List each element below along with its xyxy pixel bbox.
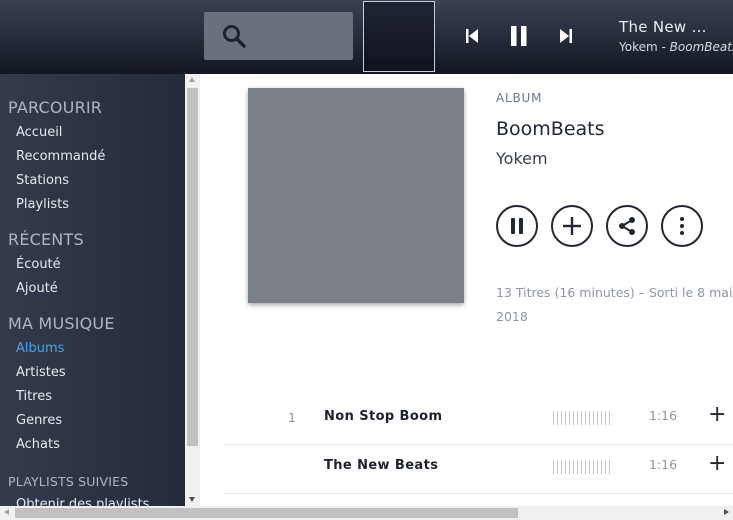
music-app-window: The New … Yokem - BoomBeats PARCOURIR Ac… (0, 0, 733, 520)
now-playing-title[interactable]: The New … (619, 18, 733, 36)
next-button[interactable] (552, 22, 580, 50)
pause-album-button[interactable] (496, 205, 538, 247)
album-title: BoomBeats (496, 118, 605, 140)
player-bar: The New … Yokem - BoomBeats (0, 0, 733, 74)
album-artwork[interactable] (248, 88, 464, 303)
album-metadata-line2: 2018 (496, 309, 528, 324)
album-metadata-line1: 13 Titres (16 minutes) – Sorti le 8 mai (496, 285, 733, 300)
track-duration: 1:16 (649, 457, 678, 472)
now-playing-album: BoomBeats (669, 40, 733, 54)
scroll-down-arrow-icon[interactable] (189, 497, 195, 502)
section-recents: RÉCENTS (8, 230, 84, 249)
now-playing-artist: Yokem - (619, 40, 666, 54)
scrollbar-thumb[interactable] (187, 88, 198, 446)
scroll-right-arrow-icon[interactable] (724, 509, 729, 515)
add-album-button[interactable] (551, 205, 593, 247)
album-type-label: ALBUM (496, 91, 543, 105)
album-detail-view: ALBUM BoomBeats Yokem 13 Titres (16 minu… (200, 74, 733, 506)
share-button[interactable] (606, 205, 648, 247)
sidebar-item-ajoute[interactable]: Ajouté (16, 281, 58, 296)
section-playlists-suivies: PLAYLISTS SUIVIES (8, 474, 129, 489)
more-options-button[interactable] (661, 205, 703, 247)
section-ma-musique: MA MUSIQUE (8, 314, 115, 333)
track-duration: 1:16 (649, 408, 678, 423)
scroll-left-arrow-icon[interactable] (4, 509, 9, 515)
skip-previous-icon (466, 29, 478, 43)
track-title[interactable]: Non Stop Boom (324, 409, 442, 424)
section-parcourir: PARCOURIR (8, 98, 103, 117)
sidebar-scrollbar[interactable] (185, 74, 200, 506)
sidebar-item-accueil[interactable]: Accueil (16, 125, 62, 140)
sidebar: PARCOURIR Accueil Recommandé Stations Pl… (0, 74, 185, 506)
scrollbar-thumb[interactable] (15, 508, 518, 518)
share-icon (619, 217, 635, 235)
pause-icon (511, 218, 523, 234)
album-artist-link[interactable]: Yokem (496, 149, 548, 168)
search-button[interactable] (204, 12, 353, 60)
more-vertical-icon (680, 217, 684, 235)
add-track-button[interactable]: + (708, 453, 726, 475)
sidebar-item-albums[interactable]: Albums (16, 341, 64, 356)
add-track-button[interactable]: + (708, 404, 726, 426)
sidebar-item-achats[interactable]: Achats (16, 437, 60, 452)
sidebar-item-artistes[interactable]: Artistes (16, 365, 66, 380)
track-row[interactable]: The New Beats 1:16 + (224, 445, 733, 494)
sidebar-item-titres[interactable]: Titres (16, 389, 52, 404)
track-row[interactable]: 1 Non Stop Boom 1:16 + (224, 396, 733, 445)
track-title[interactable]: The New Beats (324, 458, 438, 473)
horizontal-scrollbar[interactable] (0, 506, 733, 520)
pause-icon (511, 26, 527, 46)
now-playing-subtitle[interactable]: Yokem - BoomBeats (619, 40, 733, 54)
pause-button[interactable] (505, 22, 533, 50)
track-waveform (553, 411, 612, 425)
track-waveform (553, 460, 612, 474)
scroll-up-arrow-icon[interactable] (189, 77, 195, 82)
plus-icon (563, 217, 581, 235)
sidebar-item-playlists[interactable]: Playlists (16, 197, 69, 212)
sidebar-item-ecoute[interactable]: Écouté (16, 257, 61, 272)
search-icon (223, 25, 246, 48)
sidebar-item-obtenir-playlists[interactable]: Obtenir des playlists (16, 497, 149, 506)
now-playing-artwork[interactable] (363, 1, 435, 72)
sidebar-item-stations[interactable]: Stations (16, 173, 69, 188)
skip-next-icon (560, 29, 572, 43)
sidebar-item-recommande[interactable]: Recommandé (16, 149, 105, 164)
previous-button[interactable] (458, 22, 486, 50)
sidebar-item-genres[interactable]: Genres (16, 413, 62, 428)
album-metadata: 13 Titres (16 minutes) – Sorti le 8 mai … (496, 281, 733, 329)
track-number: 1 (288, 410, 296, 425)
